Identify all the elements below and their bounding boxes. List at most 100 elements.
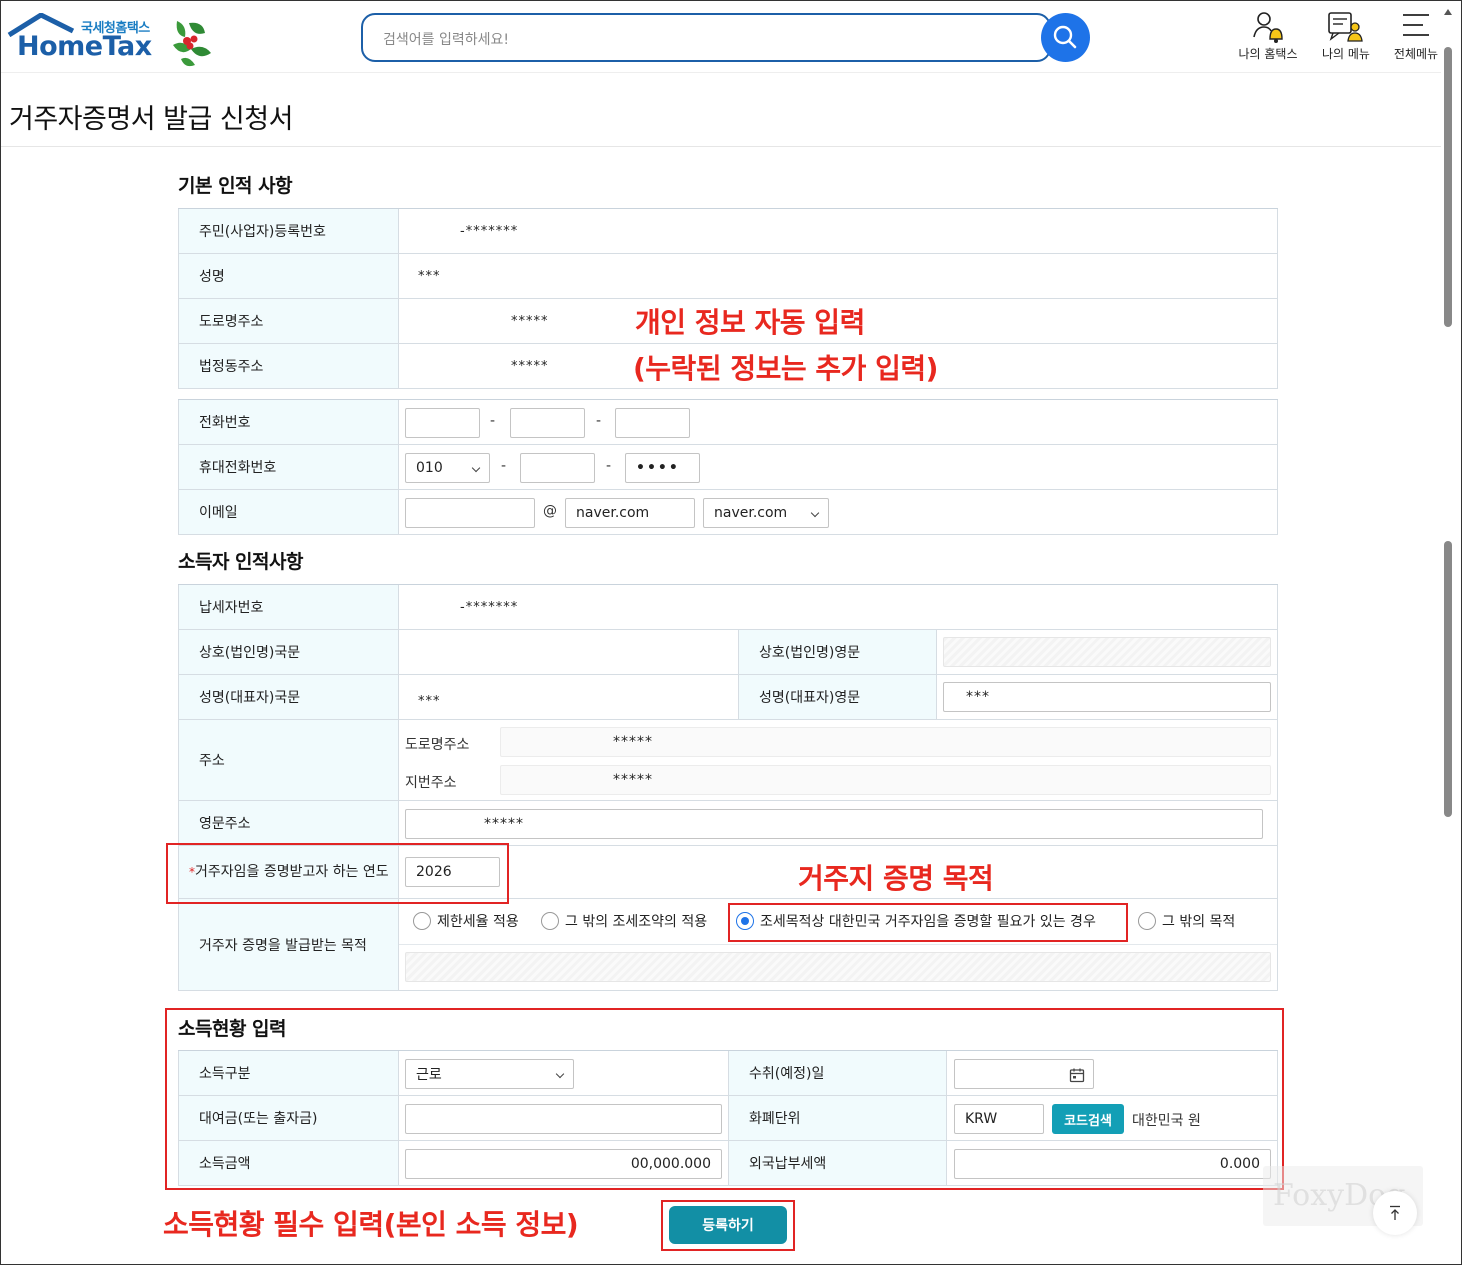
purpose-radio-reduced-rate[interactable]: 제한세율 적용 — [413, 911, 519, 931]
scroll-up-arrow-icon[interactable] — [1444, 7, 1452, 17]
nav-label: 전체메뉴 — [1393, 47, 1439, 61]
scrollbar-thumb-secondary[interactable] — [1444, 541, 1452, 817]
row-label: 외국납부세액 — [728, 1141, 947, 1185]
nav-label: 나의 홈택스 — [1238, 47, 1298, 61]
radio-label: 제한세율 적용 — [437, 914, 519, 930]
scrollbar-thumb[interactable] — [1444, 47, 1452, 327]
row-label: 성명(대표자)국문 — [178, 675, 399, 719]
name-en-input[interactable]: *** — [943, 682, 1271, 712]
currency-name: 대한민국 원 — [1132, 1113, 1201, 1129]
table-row: 영문주소 ***** — [178, 801, 1278, 846]
register-button[interactable]: 등록하기 — [669, 1206, 787, 1244]
hamburger-icon — [1403, 14, 1429, 36]
contact-table: 전화번호 - - 휴대전화번호 010 - - •••• 이메일 @ naver… — [178, 399, 1278, 535]
row-label: 성명 — [178, 254, 399, 298]
table-row: 상호(법인명)국문 상호(법인명)영문 — [178, 630, 1278, 675]
code-search-button[interactable]: 코드검색 — [1052, 1104, 1124, 1134]
loan-amount-input[interactable] — [405, 1104, 722, 1134]
page-title: 거주자증명서 발급 신청서 — [9, 104, 293, 135]
search-icon — [1053, 25, 1077, 49]
email-at-sign: @ — [543, 503, 557, 519]
currency-input[interactable]: KRW — [954, 1104, 1044, 1134]
row-label: 휴대전화번호 — [178, 445, 399, 489]
section-title-earner: 소득자 인적사항 — [178, 551, 303, 573]
english-address-input[interactable]: ***** — [405, 809, 1263, 839]
table-row: 납세자번호 -******* — [178, 585, 1278, 630]
email-id-input[interactable] — [405, 498, 535, 528]
hometax-page: 국세청홈택스 HomeTax 검색어를 입력하세요! 나의 홈택스 나의 메뉴 … — [1, 1, 1462, 1265]
highlight-purpose — [728, 903, 1128, 942]
arrow-up-icon — [1390, 1205, 1400, 1220]
email-domain-select[interactable]: naver.com — [703, 498, 829, 528]
annotation-missing-info: (누락된 정보는 추가 입력) — [633, 352, 938, 385]
taxpayer-number-value: -******* — [460, 599, 519, 615]
hometax-logo[interactable]: 국세청홈택스 HomeTax — [7, 13, 217, 71]
name-value: *** — [418, 268, 441, 284]
row-label: 상호(법인명)영문 — [738, 630, 937, 674]
table-row: 이메일 @ naver.com naver.com — [178, 490, 1278, 535]
table-row: 성명 *** — [178, 254, 1278, 299]
calendar-icon[interactable] — [1069, 1067, 1085, 1083]
table-border — [1277, 585, 1278, 991]
income-amount-input[interactable]: 00,000.000 — [405, 1149, 722, 1179]
email-domain-input[interactable]: naver.com — [565, 498, 695, 528]
table-row: 성명(대표자)국문 *** 성명(대표자)영문 *** — [178, 675, 1278, 720]
radio-circle[interactable] — [541, 912, 559, 930]
receipt-date-input[interactable] — [954, 1059, 1094, 1089]
nav-all-menu[interactable]: 전체메뉴 — [1389, 9, 1443, 62]
search-area: 검색어를 입력하세요! — [361, 13, 1090, 62]
search-placeholder: 검색어를 입력하세요! — [383, 32, 509, 48]
table-row: 휴대전화번호 010 - - •••• — [178, 445, 1278, 490]
site-header: 국세청홈택스 HomeTax 검색어를 입력하세요! 나의 홈택스 나의 메뉴 … — [1, 1, 1441, 73]
mobile-prefix-select[interactable]: 010 — [405, 453, 490, 483]
row-label: 소득구분 — [178, 1051, 399, 1095]
radio-label: 그 밖의 목적 — [1162, 914, 1236, 930]
table-row: 주소 도로명주소 ***** 지번주소 ***** — [178, 720, 1278, 801]
title-divider — [1, 146, 1441, 147]
annotation-auto-fill: 개인 정보 자동 입력 — [635, 306, 865, 339]
holly-icon — [173, 21, 211, 67]
purpose-radio-other-treaty[interactable]: 그 밖의 조세조약의 적용 — [541, 911, 707, 931]
highlight-year — [166, 843, 509, 904]
dash: - — [606, 458, 612, 474]
dash: - — [501, 458, 507, 474]
nav-my-hometax[interactable]: 나의 홈택스 — [1233, 9, 1303, 62]
name-kr-value: *** — [418, 693, 441, 709]
row-label: 화폐단위 — [728, 1096, 947, 1140]
section-title-basic: 기본 인적 사항 — [178, 175, 293, 197]
road-address-label: 도로명주소 — [405, 737, 470, 753]
table-border — [1277, 209, 1278, 389]
scroll-to-top-button[interactable] — [1373, 1191, 1417, 1235]
row-label: 도로명주소 — [178, 299, 399, 343]
row-label: 법정동주소 — [178, 344, 399, 388]
annotation-income-required: 소득현황 필수 입력(본인 소득 정보) — [163, 1208, 579, 1241]
logo-wordmark: HomeTax — [17, 31, 152, 62]
row-label: 이메일 — [178, 490, 399, 534]
resident-number-value: -******* — [460, 223, 519, 239]
table-row: 소득구분 근로 수취(예정)일 — [178, 1051, 1278, 1096]
annotation-purpose: 거주지 증명 목적 — [798, 862, 994, 895]
nav-my-menu[interactable]: 나의 메뉴 — [1313, 9, 1379, 62]
corp-name-en-input — [943, 637, 1271, 667]
income-type-select[interactable]: 근로 — [405, 1059, 574, 1089]
road-address-value: ***** — [511, 313, 549, 329]
phone-part3-input[interactable] — [615, 408, 690, 438]
search-input[interactable]: 검색어를 입력하세요! — [361, 13, 1051, 62]
radio-circle[interactable] — [1138, 912, 1156, 930]
mobile-middle-input[interactable] — [520, 453, 595, 483]
road-address-field: ***** — [500, 727, 1271, 757]
search-button[interactable] — [1041, 13, 1090, 62]
table-row: 소득금액 00,000.000 외국납부세액 0.000 — [178, 1141, 1278, 1186]
table-row: 주민(사업자)등록번호 -******* — [178, 209, 1278, 254]
foreign-tax-input[interactable]: 0.000 — [954, 1149, 1271, 1179]
dash: - — [596, 413, 602, 429]
phone-part2-input[interactable] — [510, 408, 585, 438]
row-label: 대여금(또는 출자금) — [178, 1096, 399, 1140]
phone-part1-input[interactable] — [405, 408, 480, 438]
mobile-last-input[interactable]: •••• — [625, 453, 700, 483]
legal-address-value: ***** — [511, 358, 549, 374]
radio-circle[interactable] — [413, 912, 431, 930]
row-label: 납세자번호 — [178, 585, 399, 629]
purpose-radio-other[interactable]: 그 밖의 목적 — [1138, 911, 1235, 931]
row-label: 소득금액 — [178, 1141, 399, 1185]
